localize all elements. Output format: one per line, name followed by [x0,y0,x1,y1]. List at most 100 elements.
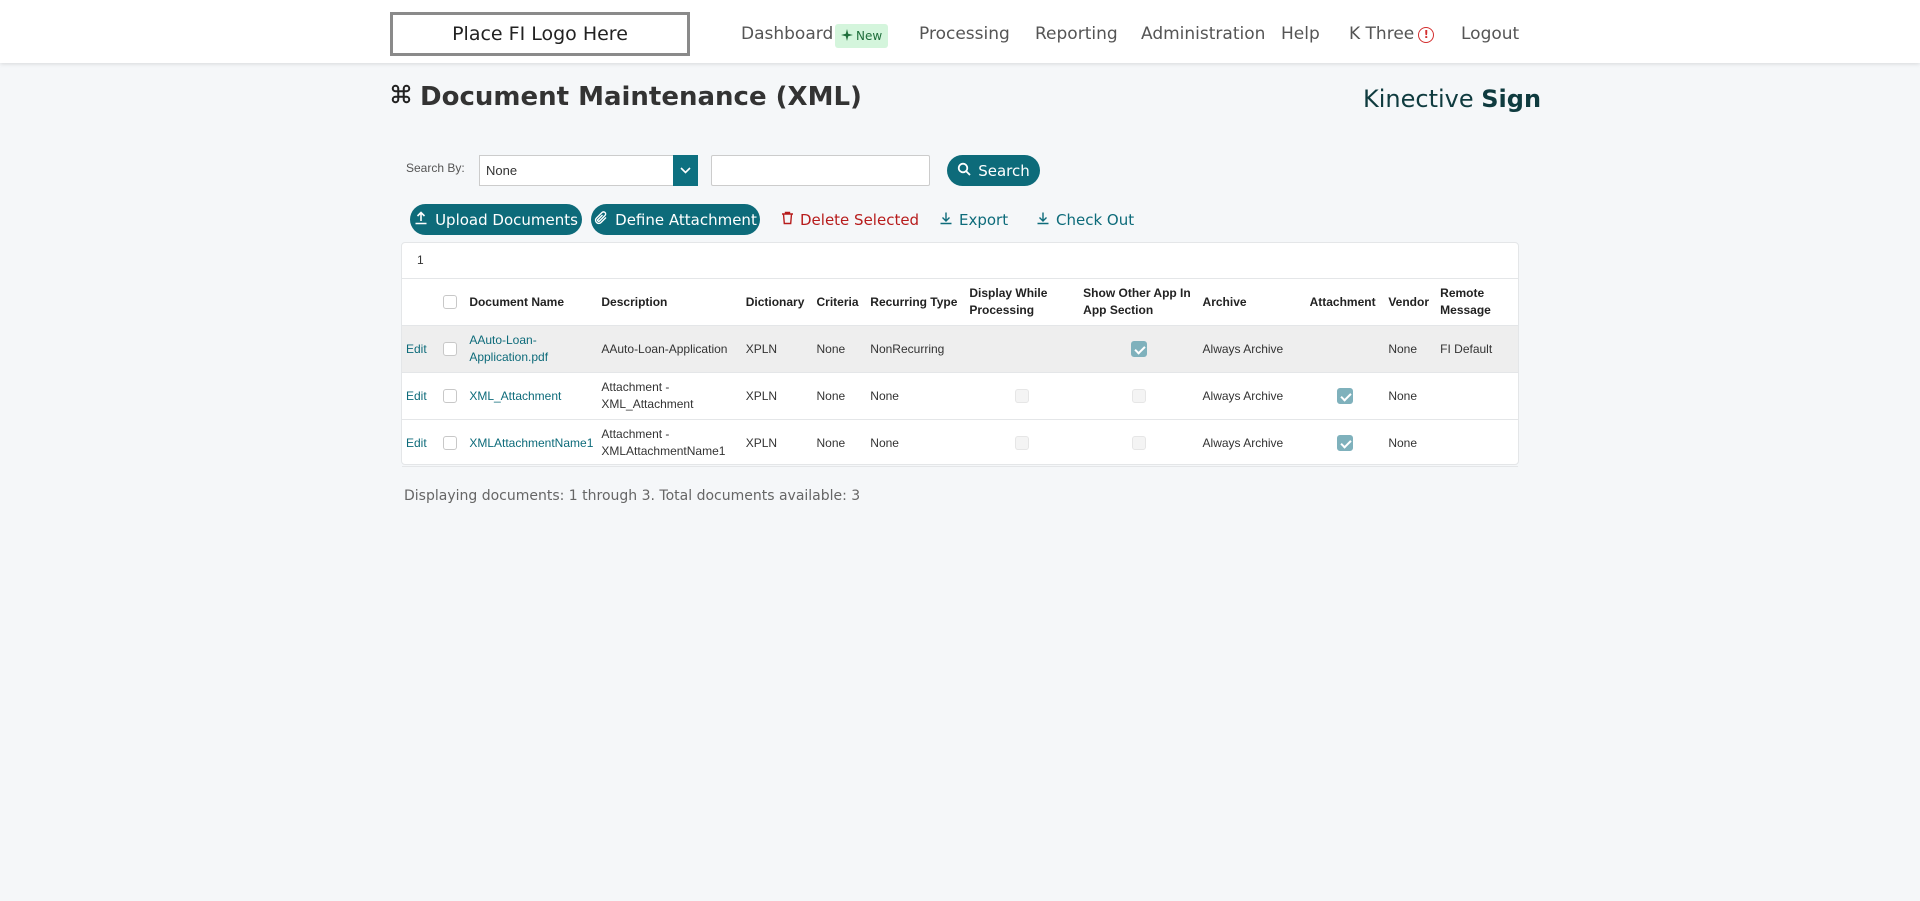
display-while-processing-checkbox [1015,436,1030,451]
nav-logout[interactable]: Logout [1461,24,1519,44]
search-input[interactable] [711,155,930,186]
description-cell: Attachment - XML_Attachment [597,372,742,420]
header-vendor[interactable]: Vendor [1384,278,1437,326]
export-label: Export [959,211,1009,229]
dictionary-cell: XPLN [741,325,813,373]
new-badge: New [835,24,889,48]
search-button[interactable]: Search [947,155,1040,186]
delete-selected-button[interactable]: Delete Selected [781,210,919,230]
download-icon [1036,211,1050,229]
search-button-label: Search [978,161,1030,180]
show-other-app-checkbox [1130,341,1147,358]
define-attachment-label: Define Attachment [615,210,757,229]
document-name-link[interactable]: AAuto-Loan-Application.pdf [469,333,548,364]
archive-cell: Always Archive [1198,419,1306,467]
archive-cell: Always Archive [1198,325,1306,373]
top-navigation-bar: Place FI Logo Here Dashboard New Process… [0,0,1920,63]
attachment-checkbox [1336,388,1353,405]
show-other-app-checkbox [1131,436,1146,451]
header-recurring-type[interactable]: Recurring Type [866,278,966,326]
dictionary-cell: XPLN [741,372,813,420]
header-select-all [438,278,466,326]
upload-documents-button[interactable]: Upload Documents [410,204,582,235]
criteria-cell: None [812,372,867,420]
header-attachment[interactable]: Attachment [1305,278,1385,326]
alert-icon: ! [1418,27,1435,43]
export-button[interactable]: Export [939,210,1008,230]
vendor-cell: None [1384,372,1437,420]
define-attachment-button[interactable]: Define Attachment [591,204,760,235]
brand-product: Sign [1481,85,1542,113]
header-remote-message[interactable]: Remote Message [1436,278,1518,326]
document-count: 1 [417,253,424,267]
pagination-summary: Displaying documents: 1 through 3. Total… [404,488,861,504]
brand-logo: Kinective Sign [1363,85,1541,113]
header-document-name[interactable]: Document Name [465,278,598,326]
search-by-select[interactable]: None [479,155,698,186]
header-criteria[interactable]: Criteria [812,278,867,326]
nav-help[interactable]: Help [1281,24,1320,44]
edit-link[interactable]: Edit [406,389,427,403]
attachment-cell [1305,325,1385,373]
sparkle-icon [841,28,853,44]
upload-documents-label: Upload Documents [435,210,578,229]
upload-icon [414,210,428,229]
new-badge-label: New [856,29,883,43]
nav-processing[interactable]: Processing [919,24,1010,44]
trash-icon [781,211,794,229]
header-edit [402,278,439,326]
nav-user-menu[interactable]: K Three! [1349,24,1435,44]
show-other-app-checkbox [1131,389,1146,404]
documents-table-card: 1 Document Name Description Dictionary C… [401,242,1519,467]
document-name-link[interactable]: XMLAttachmentName1 [469,436,593,450]
logo-placeholder: Place FI Logo Here [390,12,690,56]
row-select-checkbox[interactable] [442,342,457,357]
table-row[interactable]: Edit AAuto-Loan-Application.pdf AAuto-Lo… [402,325,1518,373]
criteria-cell: None [812,325,867,373]
vendor-cell: None [1384,419,1437,467]
display-while-processing-cell [965,325,1080,373]
header-archive[interactable]: Archive [1198,278,1306,326]
nav-administration[interactable]: Administration [1141,24,1265,44]
description-cell: AAuto-Loan-Application [597,325,742,373]
page-title: Document Maintenance (XML) [390,82,862,112]
select-all-checkbox[interactable] [442,295,457,310]
edit-link[interactable]: Edit [406,436,427,450]
header-description[interactable]: Description [597,278,742,326]
page-title-text: Document Maintenance (XML) [420,82,862,112]
paperclip-icon [594,210,608,229]
table-row[interactable]: Edit XMLAttachmentName1 Attachment - XML… [402,419,1518,467]
documents-table: Document Name Description Dictionary Cri… [402,278,1518,467]
check-out-label: Check Out [1056,211,1135,229]
archive-cell: Always Archive [1198,372,1306,420]
search-by-label: Search By: [406,161,465,175]
nav-reporting[interactable]: Reporting [1035,24,1118,44]
document-name-link[interactable]: XML_Attachment [469,389,561,403]
search-icon [957,162,971,180]
check-out-button[interactable]: Check Out [1036,210,1134,230]
remote-message-cell [1436,372,1518,420]
dictionary-cell: XPLN [741,419,813,467]
attachment-checkbox [1336,435,1353,452]
nav-dashboard[interactable]: Dashboard [741,24,833,44]
download-icon [939,211,953,229]
delete-selected-label: Delete Selected [800,211,920,229]
display-while-processing-checkbox [1015,389,1030,404]
recurring-type-cell: NonRecurring [866,325,966,373]
chevron-down-icon[interactable] [673,155,698,186]
command-icon [390,82,412,112]
row-select-checkbox[interactable] [442,436,457,451]
header-dictionary[interactable]: Dictionary [741,278,813,326]
header-display-while-processing[interactable]: Display While Processing [965,278,1080,326]
table-row[interactable]: Edit XML_Attachment Attachment - XML_Att… [402,372,1518,420]
brand-name: Kinective [1363,85,1474,113]
edit-link[interactable]: Edit [406,342,427,356]
remote-message-cell [1436,419,1518,467]
user-name: K Three [1349,24,1415,44]
search-by-value: None [486,163,518,178]
remote-message-cell: FI Default [1436,325,1518,373]
row-select-checkbox[interactable] [442,389,457,404]
table-header-row: Document Name Description Dictionary Cri… [402,278,1518,326]
header-show-other-app[interactable]: Show Other App In App Section [1079,278,1199,326]
description-cell: Attachment - XMLAttachmentName1 [597,419,742,467]
